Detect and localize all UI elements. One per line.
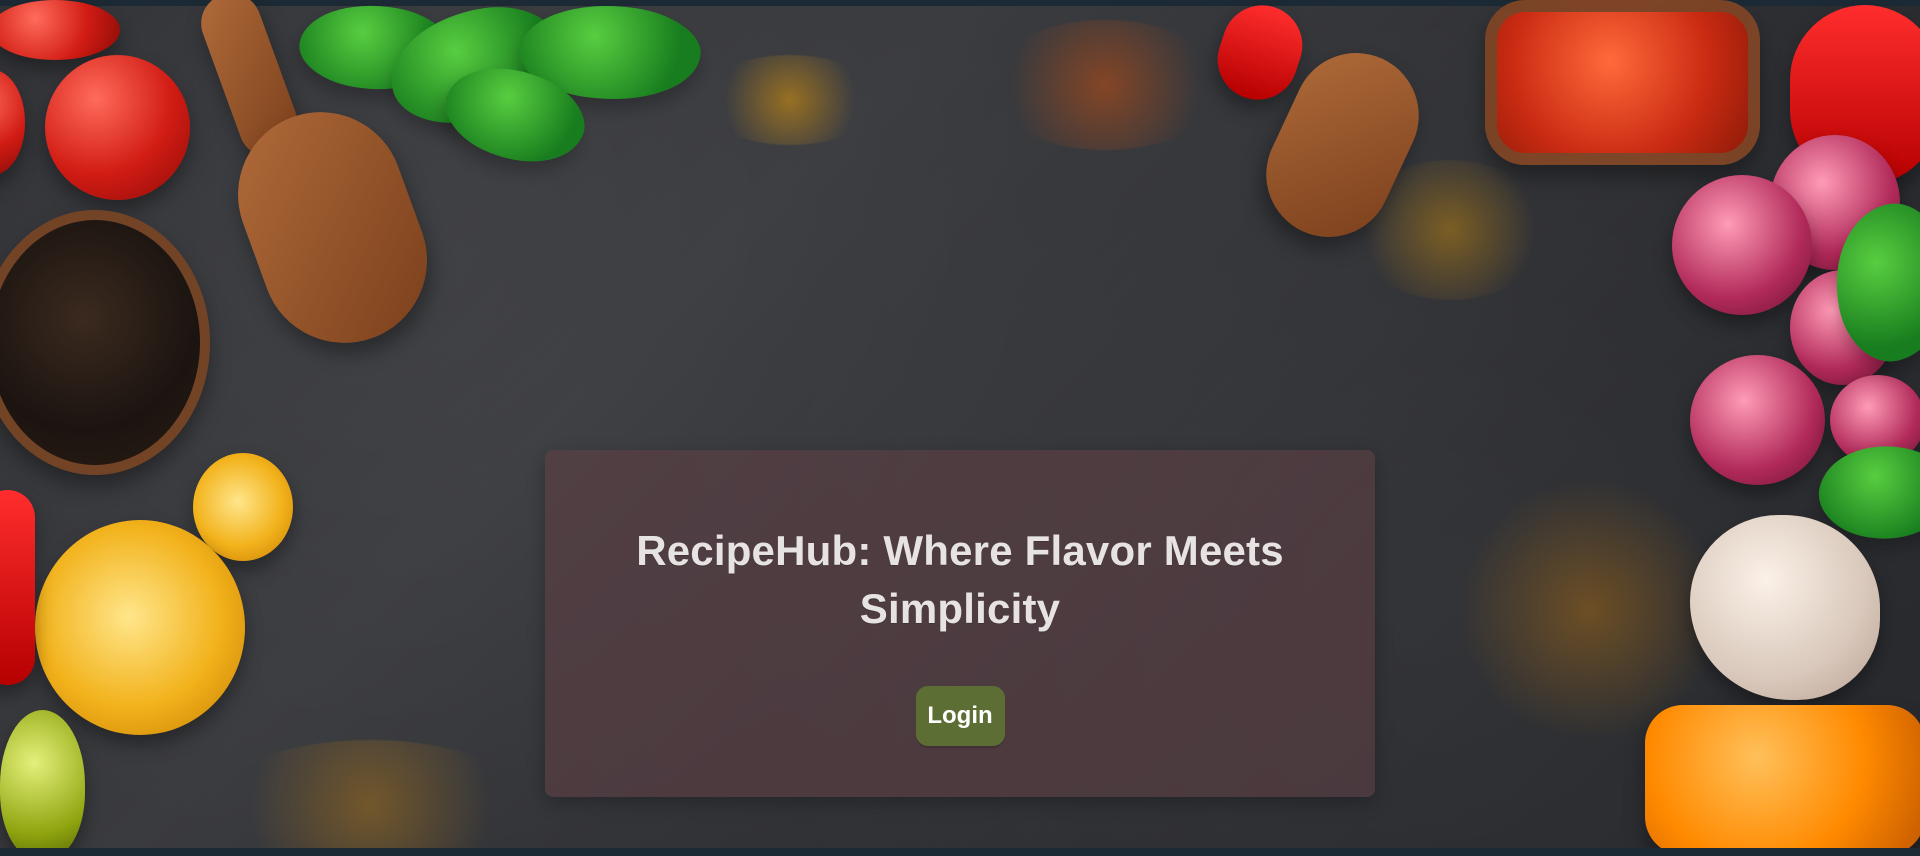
spice-dust (210, 740, 530, 856)
paprika-bowl-image (1485, 0, 1760, 165)
tomato-image (45, 55, 190, 200)
login-landing-page: RecipeHub: Where Flavor Meets Simplicity… (0, 0, 1920, 856)
bottom-border (0, 848, 1920, 856)
pear-image (0, 710, 85, 856)
radish-image (1690, 355, 1825, 485)
spice-dust (985, 20, 1225, 150)
tomato-image (0, 70, 25, 175)
hero-panel: RecipeHub: Where Flavor Meets Simplicity… (545, 450, 1375, 797)
login-button[interactable]: Login (915, 686, 1005, 746)
peppercorn-bowl-image (0, 210, 210, 475)
lemon-slice-image (35, 520, 245, 735)
tomato-image (0, 0, 120, 60)
spice-dust (1460, 480, 1720, 740)
hero-title: RecipeHub: Where Flavor Meets Simplicity (636, 527, 1284, 632)
red-pepper-image (0, 490, 35, 685)
orange-bell-pepper-image (1645, 705, 1920, 855)
radish-image (1672, 175, 1812, 315)
garlic-image (1690, 515, 1880, 700)
spice-dust (700, 55, 880, 145)
